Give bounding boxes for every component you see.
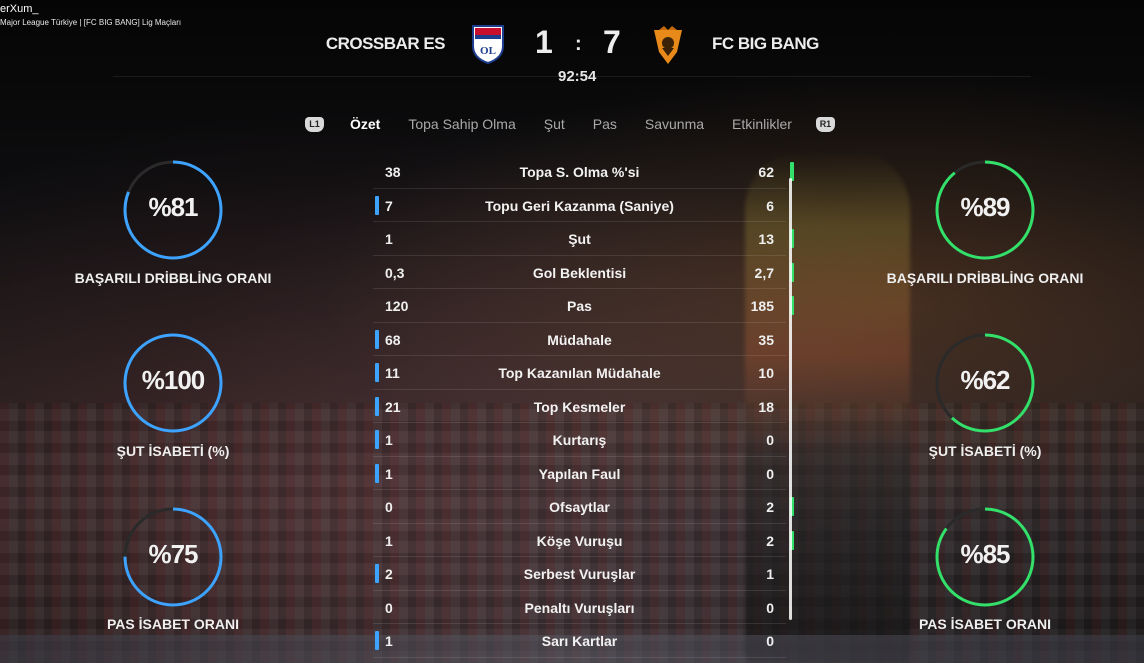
away-shot-accuracy-ring: %62 (933, 331, 1037, 435)
tab-pas[interactable]: Pas (593, 116, 617, 132)
stat-label: Serbest Vuruşlar (523, 566, 636, 582)
away-pass-accuracy-ring: %85 (933, 505, 1037, 609)
stat-label: Gol Beklentisi (532, 264, 627, 281)
stat-label: Penaltı Vuruşları (524, 599, 635, 616)
stat-away-value: 2 (766, 532, 774, 549)
stat-label: Topa S. Olma %'si (519, 164, 640, 180)
score-separator: : (575, 33, 582, 55)
stat-away-value: 1 (766, 566, 774, 582)
stat-row: 11 Top Kazanılan Müdahale 10 (373, 356, 786, 390)
home-shot-accuracy-value: %100 (141, 365, 206, 395)
l1-button-icon[interactable]: L1 (305, 116, 324, 132)
stat-label: Top Kazanılan Müdahale (498, 365, 661, 381)
tab-sut[interactable]: Şut (544, 116, 565, 132)
home-crest-icon: OL (470, 24, 506, 65)
stat-label: Yapılan Faul (538, 465, 621, 482)
tab-savunma[interactable]: Savunma (645, 116, 704, 132)
away-crest-icon (650, 26, 686, 66)
stat-away-value: 0 (766, 465, 774, 482)
stat-row: 1 Şut 13 (373, 222, 794, 256)
stats-tab-bar: L1 Özet Topa Sahip Olma Şut Pas Savunma … (305, 113, 845, 135)
stat-label: Kurtarış (552, 432, 607, 448)
stat-row: 0,3 Gol Beklentisi 2,7 (373, 256, 794, 289)
home-dribbling-label: BAŞARILI DRİBBLİNG ORANI (74, 270, 272, 286)
stat-row: 68 Müdahale 35 (373, 323, 786, 356)
home-shot-accuracy-ring: %100 (121, 331, 225, 435)
stat-row: 1 Yapılan Faul 0 (373, 457, 786, 490)
stat-label: Topu Geri Kazanma (Saniye) (485, 197, 674, 214)
stat-label: Müdahale (547, 331, 612, 348)
stat-away-value: 0 (766, 432, 774, 448)
stat-label: Ofsaytlar (549, 499, 610, 515)
header-divider (113, 76, 1031, 77)
tab-topa-sahip-olma[interactable]: Topa Sahip Olma (408, 116, 515, 132)
home-dribbling-value: %81 (148, 192, 198, 222)
stat-away-value: 18 (758, 398, 774, 415)
match-stats-table[interactable]: 38 Topa S. Olma %'si 62 7 Topu Geri Kazanma … (373, 155, 794, 658)
stat-row: 2 Serbest Vuruşlar 1 (373, 557, 786, 591)
stat-row: 1 Köşe Vuruşu 2 (373, 524, 794, 557)
away-dribbling-label: BAŞARILI DRİBBLİNG ORANI (886, 270, 1084, 286)
stat-away-value: 185 (750, 298, 774, 314)
stat-away-value: 62 (758, 164, 774, 180)
home-pass-accuracy-ring: %75 (121, 505, 225, 609)
away-dribbling-value: %89 (960, 192, 1010, 222)
stat-away-value: 2 (766, 499, 774, 515)
r1-button-icon[interactable]: R1 (815, 116, 835, 132)
svg-text:OL: OL (480, 45, 496, 57)
stats-scrollbar[interactable] (789, 178, 792, 620)
stat-label: Köşe Vuruşu (536, 532, 623, 549)
stat-row: 120 Pas 185 (373, 289, 794, 323)
stat-row: 21 Top Kesmeler 18 (373, 390, 786, 423)
away-pass-accuracy-value: %85 (960, 539, 1010, 569)
home-score: 1 (535, 24, 553, 60)
away-pass-accuracy-label: PAS İSABET ORANI (919, 616, 1051, 632)
stat-row: 38 Topa S. Olma %'si 62 (373, 155, 794, 189)
away-shot-accuracy-value: %62 (960, 365, 1010, 395)
stat-row: 7 Topu Geri Kazanma (Saniye) 6 (373, 189, 786, 222)
away-shot-accuracy-label: ŞUT İSABETİ (%) (928, 443, 1042, 459)
stat-label: Top Kesmeler (533, 398, 626, 415)
stat-label: Sarı Kartlar (541, 633, 618, 649)
stat-away-value: 0 (766, 633, 774, 649)
tab-ozet[interactable]: Özet (350, 116, 380, 132)
home-pass-accuracy-label: PAS İSABET ORANI (107, 616, 239, 632)
stat-away-value: 0 (766, 599, 774, 616)
away-team-name: FC BIG BANG (712, 34, 819, 53)
home-shot-accuracy-label: ŞUT İSABETİ (%) (116, 443, 230, 459)
away-dribbling-ring: %89 (933, 158, 1037, 262)
stat-row: 0 Penaltı Vuruşları 0 (373, 591, 786, 624)
stat-row: 1 Kurtarış 0 (373, 423, 786, 457)
stream-title: erXum_ (0, 3, 39, 15)
tab-etkinlikler[interactable]: Etkinlikler (732, 116, 792, 132)
home-team-name: CROSSBAR ES (325, 34, 446, 53)
stat-away-value: 10 (758, 365, 774, 381)
stat-away-value: 2,7 (754, 264, 774, 281)
stat-away-value: 6 (766, 197, 774, 214)
stream-subtitle: Major League Türkiye | [FC BIG BANG] Lig… (0, 18, 182, 27)
home-dribbling-ring: %81 (121, 158, 225, 262)
home-pass-accuracy-value: %75 (148, 539, 198, 569)
stat-label: Pas (567, 298, 592, 314)
stat-row: 1 Sarı Kartlar 0 (373, 624, 786, 658)
away-score: 7 (603, 24, 621, 60)
stat-away-value: 35 (758, 331, 774, 348)
stat-label: Şut (568, 231, 591, 247)
stat-row: 0 Ofsaytlar 2 (373, 490, 794, 524)
stat-away-value: 13 (758, 231, 774, 247)
scoreboard: CROSSBAR ES OL 1 : 7 FC BIG BANG 92:54 (300, 20, 850, 85)
